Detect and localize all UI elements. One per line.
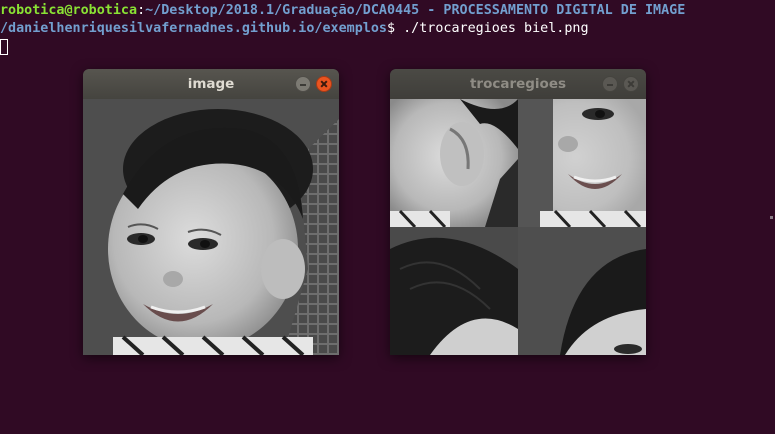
trocaregioes-window-photo [390, 99, 646, 355]
quadrant-top-right [518, 99, 646, 229]
swapped-photo [390, 99, 646, 355]
terminal-cursor [0, 39, 8, 55]
image-window-titlebar[interactable]: image [83, 69, 339, 99]
terminal-command: ./trocaregioes biel.png [395, 21, 589, 36]
baby-photo [83, 99, 339, 355]
terminal-scrollbar[interactable] [770, 216, 773, 219]
prompt-separator: : [137, 3, 146, 18]
minimize-icon[interactable] [295, 76, 311, 92]
close-icon[interactable] [623, 76, 639, 92]
terminal-line-command: /danielhenriquesilvafernadnes.github.io/… [0, 20, 589, 38]
quadrant-bottom-right [518, 227, 646, 355]
trocaregioes-window-titlebar[interactable]: trocaregioes [390, 69, 646, 99]
close-icon[interactable] [316, 76, 332, 92]
image-window-photo [83, 99, 339, 355]
prompt-user-host: robotica@robotica [0, 3, 138, 18]
minimize-icon[interactable] [602, 76, 618, 92]
prompt-symbol: $ [386, 21, 396, 36]
prompt-path-part1: ~/Desktop/2018.1/Graduação/DCA0445 - PRO… [145, 3, 686, 18]
terminal-line-prompt: robotica@robotica:~/Desktop/2018.1/Gradu… [0, 2, 685, 20]
quadrant-top-left [390, 99, 518, 229]
quadrant-bottom-left [390, 227, 518, 355]
trocaregioes-window[interactable]: trocaregioes [390, 69, 646, 355]
prompt-path-part2: /danielhenriquesilvafernadnes.github.io/… [0, 21, 387, 36]
image-window[interactable]: image [83, 69, 339, 355]
